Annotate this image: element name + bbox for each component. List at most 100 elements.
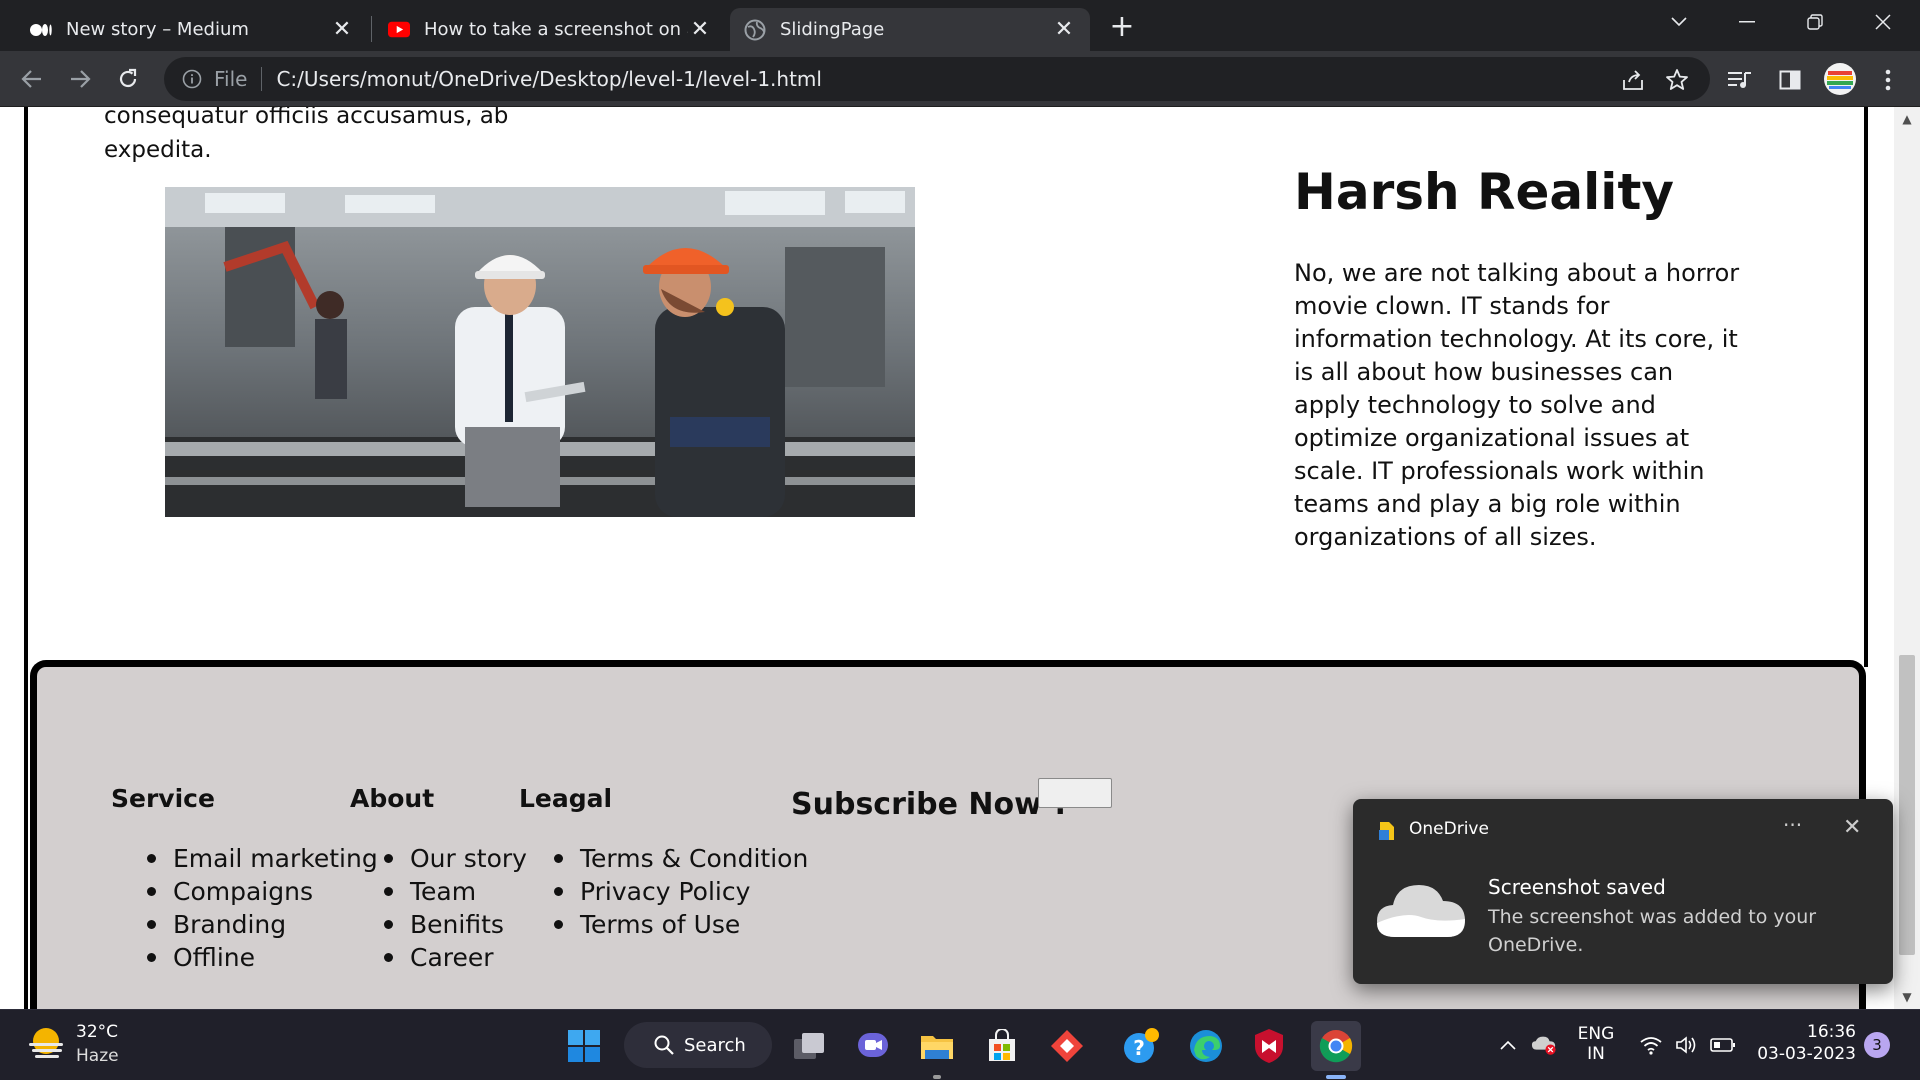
close-icon[interactable]: ✕ (1843, 815, 1861, 840)
new-tab-button[interactable]: + (1106, 9, 1138, 44)
toast-body: The screenshot was added to your OneDriv… (1488, 906, 1817, 956)
show-hidden-icons-icon[interactable] (1495, 1032, 1521, 1058)
menu-kebab-icon[interactable] (1873, 65, 1903, 95)
footer-link[interactable]: Compaigns (147, 875, 378, 908)
bullet (554, 920, 563, 929)
close-icon[interactable]: ✕ (1052, 17, 1076, 42)
footer-link[interactable]: Our story (384, 842, 527, 875)
footer-link-label: Terms of Use (580, 910, 741, 939)
weather-haze-icon[interactable] (26, 1025, 66, 1065)
language-code: ENG (1577, 1024, 1615, 1044)
tab-medium[interactable]: New story – Medium ✕ (16, 8, 368, 51)
footer-link[interactable]: Terms & Condition (554, 842, 808, 875)
footer-link[interactable]: Offline (147, 941, 378, 974)
back-button[interactable] (14, 61, 50, 97)
tab-search-icon[interactable] (1656, 4, 1702, 40)
footer-link-label: Team (410, 877, 477, 906)
task-view-icon[interactable] (788, 1025, 830, 1067)
tab-title: How to take a screenshot on a PC (424, 19, 688, 40)
url-text[interactable]: C:/Users/monut/OneDrive/Desktop/level-1/… (276, 67, 822, 91)
search-icon (654, 1035, 674, 1055)
search-label: Search (684, 1034, 746, 1056)
mcafee-icon[interactable] (1248, 1025, 1290, 1067)
page-border (24, 107, 28, 1009)
battery-icon[interactable] (1710, 1032, 1736, 1058)
footer-link[interactable]: Privacy Policy (554, 875, 808, 908)
share-icon[interactable] (1620, 67, 1646, 93)
system-clock[interactable]: 16:36 03-03-2023 (1752, 1022, 1856, 1064)
restore-button[interactable] (1792, 4, 1838, 40)
reload-button[interactable] (110, 61, 146, 97)
language-indicator[interactable]: ENG IN (1574, 1024, 1618, 1064)
scrollbar-thumb[interactable] (1899, 655, 1915, 955)
subscribe-input[interactable] (1038, 778, 1112, 808)
address-bar[interactable]: File C:/Users/monut/OneDrive/Desktop/lev… (164, 57, 1710, 101)
footer-link[interactable]: Benifits (384, 908, 527, 941)
scroll-up-arrow-icon[interactable]: ▲ (1894, 107, 1920, 131)
footer-heading-service: Service (111, 784, 215, 813)
footer-heading-legal: Leagal (519, 784, 613, 813)
edge-browser-icon[interactable] (1185, 1025, 1227, 1067)
footer-link[interactable]: Branding (147, 908, 378, 941)
footer-link[interactable]: Team (384, 875, 527, 908)
footer-link-label: Compaigns (173, 877, 313, 906)
weather-condition[interactable]: Haze (76, 1046, 119, 1066)
teams-chat-icon[interactable] (852, 1025, 894, 1067)
factory-workers-image (165, 187, 915, 517)
close-icon[interactable]: ✕ (688, 17, 712, 42)
svg-text:?: ? (1133, 1036, 1145, 1060)
footer-link-label: Offline (173, 943, 256, 972)
media-queue-icon[interactable] (1725, 65, 1755, 95)
wifi-icon[interactable] (1638, 1032, 1664, 1058)
notification-count-badge[interactable]: 3 (1864, 1032, 1890, 1058)
page-scrollbar[interactable]: ▲ ▼ (1894, 107, 1920, 1009)
footer-link[interactable]: Terms of Use (554, 908, 808, 941)
region-code: IN (1587, 1044, 1605, 1064)
close-window-button[interactable] (1860, 4, 1906, 40)
bullet (384, 953, 393, 962)
footer-list-service: Email marketing Compaigns Branding Offli… (147, 842, 378, 974)
minimize-button[interactable] (1724, 4, 1770, 40)
tab-separator (371, 16, 372, 42)
side-panel-icon[interactable] (1775, 65, 1805, 95)
globe-icon (744, 19, 766, 41)
footer-link[interactable]: Email marketing (147, 842, 378, 875)
bookmark-star-icon[interactable] (1664, 67, 1690, 93)
more-options-icon[interactable]: ··· (1783, 813, 1802, 837)
windows-taskbar: 32°C Haze Search ? ENG IN 16:36 03-03-20… (0, 1009, 1920, 1080)
onedrive-notification[interactable]: OneDrive ··· ✕ Screenshot saved The scre… (1353, 799, 1893, 984)
footer-link[interactable]: Career (384, 941, 527, 974)
microsoft-store-icon[interactable] (981, 1025, 1023, 1067)
bullet (147, 854, 156, 863)
onedrive-app-icon (1377, 820, 1397, 842)
volume-icon[interactable] (1674, 1032, 1700, 1058)
bullet (384, 854, 393, 863)
close-icon[interactable]: ✕ (330, 17, 354, 42)
tab-slidingpage[interactable]: SlidingPage ✕ (730, 8, 1090, 51)
toast-app-name: OneDrive (1409, 819, 1489, 839)
tab-youtube[interactable]: How to take a screenshot on a PC ✕ (374, 8, 726, 51)
footer-link-label: Terms & Condition (580, 844, 809, 873)
scroll-down-arrow-icon[interactable]: ▼ (1894, 985, 1920, 1009)
subscribe-label: Subscribe Now-: (791, 787, 1067, 822)
chrome-browser-icon[interactable] (1311, 1021, 1361, 1071)
anydesk-icon[interactable] (1046, 1025, 1088, 1067)
medium-icon (30, 19, 52, 41)
forward-button[interactable] (62, 61, 98, 97)
onedrive-tray-icon[interactable] (1531, 1032, 1557, 1058)
footer-list-about: Our story Team Benifits Career (384, 842, 527, 974)
weather-temperature[interactable]: 32°C (76, 1022, 118, 1042)
clock-time: 16:36 (1807, 1022, 1856, 1042)
info-icon[interactable] (180, 67, 204, 91)
windows-start-icon[interactable] (563, 1025, 605, 1067)
running-indicator (1326, 1075, 1346, 1079)
intro-text: consequatur officiis accusamus, ab exped… (104, 107, 524, 167)
get-help-icon[interactable]: ? (1120, 1025, 1162, 1067)
file-explorer-icon[interactable] (916, 1025, 958, 1067)
bullet (384, 887, 393, 896)
running-indicator (933, 1075, 941, 1079)
bullet (554, 854, 563, 863)
profile-avatar[interactable] (1823, 62, 1857, 96)
footer-link-label: Our story (410, 844, 527, 873)
taskbar-search[interactable]: Search (624, 1022, 772, 1068)
